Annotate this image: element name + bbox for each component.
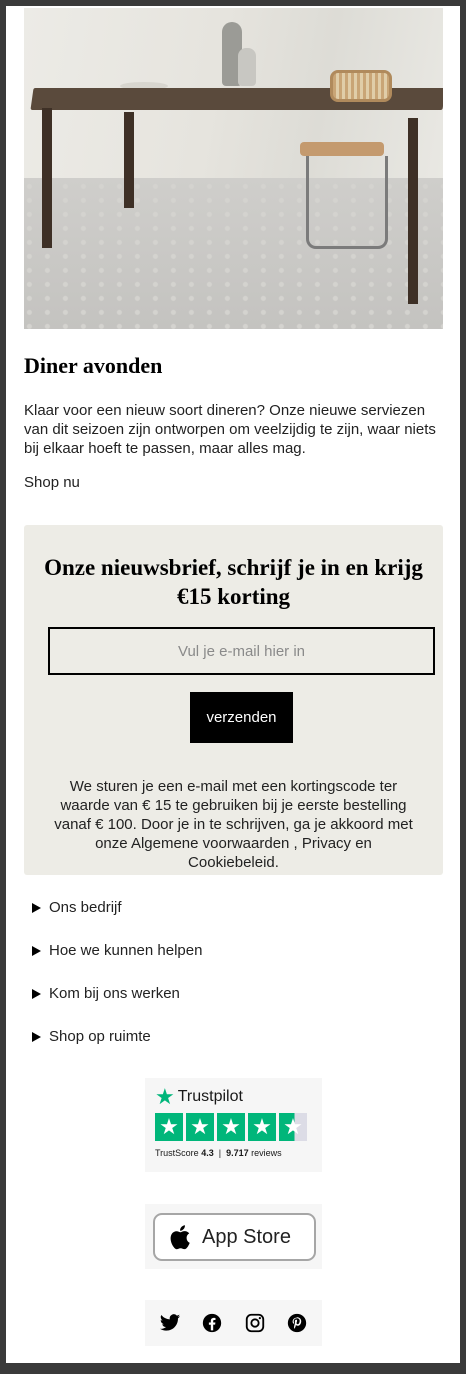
rating-stars: ★ ★ ★ ★ ★ — [155, 1113, 307, 1141]
trustscore-line: TrustScore 4.3 | 9.717 reviews — [155, 1148, 282, 1158]
star-icon: ★ — [217, 1113, 245, 1141]
footer-section-hoe-we-kunnen-helpen[interactable]: Hoe we kunnen helpen — [32, 942, 202, 959]
hero-vase-small — [238, 48, 256, 86]
footer-section-shop-op-ruimte[interactable]: Shop op ruimte — [32, 1028, 151, 1045]
review-count: 9.717 — [226, 1148, 249, 1158]
star-icon: ★ — [186, 1113, 214, 1141]
footer-section-label: Hoe we kunnen helpen — [49, 942, 203, 959]
star-icon: ★ — [248, 1113, 276, 1141]
instagram-icon — [245, 1313, 264, 1333]
footer-section-kom-bij-ons-werken[interactable]: Kom bij ons werken — [32, 985, 180, 1002]
newsletter-disclaimer: We sturen je een e-mail met een kortings… — [54, 778, 413, 871]
caret-right-icon — [32, 1031, 41, 1042]
trustscore-label: TrustScore — [155, 1148, 199, 1158]
page: Diner avonden Klaar voor een nieuw soort… — [6, 6, 460, 1363]
trustpilot-brand: Trustpilot — [177, 1088, 243, 1105]
social-links — [145, 1300, 322, 1346]
email-field[interactable] — [48, 627, 435, 675]
submit-button[interactable]: verzenden — [190, 692, 293, 743]
trustpilot-widget[interactable]: ★ Trustpilot ★ ★ ★ ★ ★ TrustScore 4.3 | … — [145, 1078, 322, 1172]
hero-table-leg — [42, 108, 52, 248]
newsletter-title: Onze nieuwsbrief, schrijf je in en krijg… — [44, 555, 423, 609]
caret-right-icon — [32, 902, 41, 913]
app-store-widget: App Store — [145, 1204, 322, 1269]
caret-right-icon — [32, 945, 41, 956]
twitter-link[interactable] — [159, 1312, 181, 1334]
trustpilot-logo: ★ Trustpilot — [155, 1086, 243, 1108]
hero-table-leg — [124, 112, 134, 208]
twitter-icon — [160, 1314, 181, 1331]
hero-chair — [300, 70, 392, 250]
app-store-button[interactable]: App Store — [153, 1213, 316, 1261]
separator: | — [216, 1148, 224, 1158]
instagram-link[interactable] — [244, 1312, 266, 1334]
facebook-icon — [203, 1313, 222, 1333]
caret-right-icon — [32, 988, 41, 999]
newsletter-box: Onze nieuwsbrief, schrijf je in en krijg… — [24, 525, 443, 875]
half-star-icon: ★ — [279, 1113, 307, 1141]
article-title: Diner avonden — [24, 353, 163, 378]
hero-image — [24, 8, 443, 329]
star-icon: ★ — [155, 1113, 183, 1141]
trustscore-value: 4.3 — [201, 1148, 214, 1158]
footer-section-label: Ons bedrijf — [49, 899, 122, 916]
reviews-label: reviews — [251, 1148, 282, 1158]
footer-section-label: Shop op ruimte — [49, 1028, 151, 1045]
pinterest-icon — [287, 1313, 307, 1333]
hero-table-leg — [408, 118, 418, 304]
app-store-label: App Store — [202, 1225, 291, 1248]
shop-now-link[interactable]: Shop nu — [24, 474, 80, 491]
footer-section-label: Kom bij ons werken — [49, 985, 180, 1002]
trustpilot-star-icon: ★ — [155, 1084, 175, 1109]
facebook-link[interactable] — [201, 1312, 223, 1334]
article-body: Klaar voor een nieuw soort dineren? Onze… — [24, 402, 436, 457]
apple-icon — [170, 1225, 190, 1250]
footer-section-ons-bedrijf[interactable]: Ons bedrijf — [32, 899, 122, 916]
pinterest-link[interactable] — [286, 1312, 308, 1334]
